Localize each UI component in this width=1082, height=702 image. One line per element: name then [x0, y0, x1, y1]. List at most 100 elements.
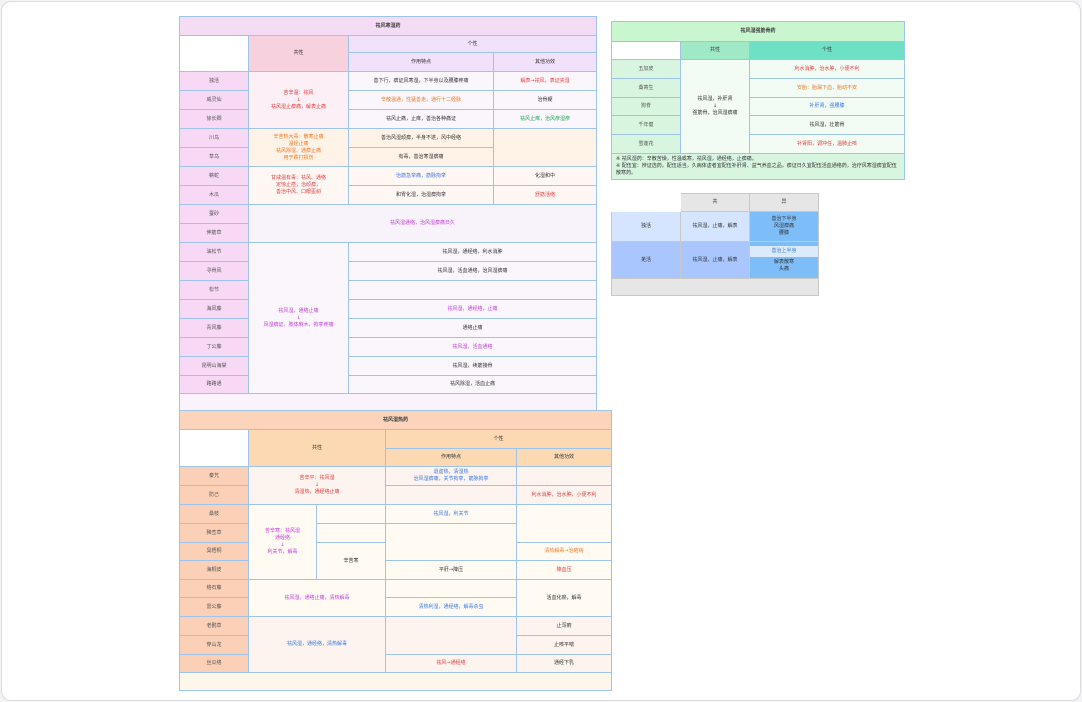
col-diff: 异 [749, 193, 819, 212]
col-effect: 作用特点 [385, 448, 517, 467]
row-label: 独活 [179, 71, 249, 91]
other-cell: 活血化瘀，解毒 [515, 579, 613, 617]
row-label: 威灵仙 [179, 90, 249, 110]
row-label: 老鹳草 [179, 616, 249, 636]
diff-sub: 解表散寒 头痛 [773, 258, 794, 272]
effect-cell: 祛风湿，利关节 [385, 504, 517, 524]
effect-cell: 有毒，善治寒湿痹痛 [348, 147, 494, 167]
common-cell: 苦辛平：祛风湿 ↓ 清湿热，通经络止痛 [248, 466, 386, 505]
col-individual: 个性 [347, 35, 598, 53]
other-cell: 化湿和中 [492, 166, 598, 186]
row-label: 寻骨风 [179, 261, 249, 281]
effect-cell: 祛风止痛，止痒，善治各种痛证 [348, 109, 494, 129]
effect-cell: 通络止痛 [347, 318, 598, 338]
row-label: 羌活 [611, 241, 681, 279]
row-label: 雪莲花 [611, 134, 681, 154]
row-label: 蚕砂 [179, 204, 249, 224]
common-cell: 祛风湿，通经络，清热解毒 [248, 616, 386, 673]
effect-cell: 清热利湿，通经络，解毒杀虫 [385, 597, 517, 617]
row-label: 雷公藤 [179, 597, 249, 617]
row-label: 蕲蛇 [179, 166, 249, 186]
row-label: 络石藤 [179, 579, 249, 598]
effect-cell: 善治风湿顽痹，半身不遂，风中经络 [348, 128, 494, 148]
col-effect: 作用特点 [348, 52, 494, 72]
same-cell: 祛风湿，止痛，解表 [680, 211, 750, 242]
effect-cell: 治筋急挛痛，筋脉拘挛 [348, 166, 494, 186]
row-label: 独活 [611, 211, 681, 242]
row-label: 千年健 [611, 115, 681, 135]
row-label: 昆明山海棠 [179, 356, 249, 376]
diff-cell: 善治上半身 解表散寒 头痛 [749, 241, 819, 279]
table-title: 祛风湿强筋骨药 [610, 21, 906, 42]
row-label: 油松节 [179, 242, 249, 262]
common-cell: 祛风湿，通络止痛，清热解毒 [248, 579, 386, 617]
common-cell: 苦辛寒：祛风湿 通经络 ↓ 利关节，解毒 [248, 504, 317, 580]
other-cell: 清热解毒→治疮疡 [515, 542, 613, 561]
effect-cell: 祛风湿，通经络，止痛 [347, 299, 598, 319]
row-label: 狗脊 [611, 97, 681, 116]
effect-cell: 祛风除湿，活血止痛 [347, 375, 598, 394]
table-wind-damp-heat: 祛风湿热药 共性 个性 作用特点 其他功效 秦艽 苦辛平：祛风湿 ↓ 清湿热，通经络止痛退… [178, 410, 613, 691]
row-label: 桑寄生 [611, 78, 681, 98]
row-label: 海桐皮 [179, 560, 249, 580]
merged-effect-cell: 祛风湿通络，治风湿痹痛日久 [247, 204, 598, 243]
same-cell: 祛风湿，止痛，解表 [680, 241, 750, 279]
effect-cell: 退虚热，清湿热 治风湿痹痛，关节拘挛，筋脉拘挛 [385, 466, 517, 486]
table-compare: 共异 独活 祛风湿，止痛，解表 善治下半身 风湿痹痛 腰膝 羌活 祛风湿，止痛，解表 善治上… [611, 193, 819, 296]
col-common: 共性 [248, 429, 386, 467]
common-cell: 苦辛温：祛风 ↓ 祛风湿止痹痛，解表止痛 [248, 71, 349, 129]
table-strengthen-bones: 祛风湿强筋骨药 共性 个性 五加皮 祛风湿，补肝肾 ↓ 强筋骨，治风湿痹痛 利水消肿，治水… [610, 21, 906, 180]
other-cell: 舒筋活络 [492, 185, 598, 205]
table-title: 祛风湿热药 [178, 410, 613, 430]
row-label: 徐长卿 [179, 109, 249, 129]
row-label: 青风藤 [179, 318, 249, 338]
diff-cell: 善治下半身 风湿痹痛 腰膝 [749, 211, 819, 242]
row-label: 臭梧桐 [179, 542, 249, 561]
col-common: 共性 [680, 41, 750, 60]
effect-cell: 祛风→通经络 [385, 654, 517, 673]
col-same: 共 [680, 193, 750, 212]
effect-cell [385, 579, 517, 598]
effect-cell: 善下行，痹证风寒湿，下半身以及腰膝疼痛 [348, 71, 494, 91]
effect-cell: 祛风湿，续筋接骨 [347, 356, 598, 376]
row-label: 穿山龙 [179, 635, 249, 655]
row-label: 丝瓜络 [179, 654, 249, 673]
effect-cell: 和胃化湿，治湿痹拘挛 [348, 185, 494, 205]
effect-cell: 祛风湿，活血通络 [347, 337, 598, 357]
row-label: 秦艽 [179, 466, 249, 486]
diff-sub: 善治上半身 [750, 245, 818, 257]
effect-cell [347, 280, 598, 300]
effect-cell: 平肝→降压 [385, 560, 517, 580]
individual-cell: 安胎：胎漏下血，胎动不安 [748, 78, 906, 98]
row-label: 丁公藤 [179, 337, 249, 357]
row-label: 防己 [179, 485, 249, 505]
other-cell: 止泻痢 [515, 616, 613, 636]
other-cell: 通经下乳 [515, 654, 613, 673]
table-title: 祛风寒湿药 [178, 16, 598, 36]
common-cell: 辛苦热大毒：散寒止痛 温经止痛 祛风除湿、通痹止痛 用于跌打损伤 [248, 128, 349, 167]
effect-cell: 辛散温通，性猛善走，通行十二经脉 [348, 90, 494, 110]
col-individual: 个性 [384, 429, 613, 449]
row-label: 川乌 [179, 128, 249, 148]
other-cell: 解表→祛风，表证夹湿 [492, 71, 598, 91]
col-common: 共性 [248, 35, 349, 72]
row-label: 路路通 [179, 375, 249, 394]
col-individual: 个性 [748, 41, 906, 60]
canvas: 祛风寒湿药 共性 个性 作用特点 其他功效 独活 苦辛温：祛风 ↓ 祛风湿止痹痛，解表止痛… [1, 1, 1081, 701]
individual-cell: 补肝肾，强腰膝 [748, 97, 906, 116]
row-label: 松节 [179, 280, 249, 300]
row-label: 草乌 [179, 147, 249, 167]
col-other: 其他功效 [515, 448, 613, 467]
footnote: ※ 祛风湿药：辛散苦燥，性温或寒，祛风湿，通经络，止痹痛。 ※ 配伍宜：辨证选药，… [610, 153, 906, 180]
table-wind-cold-damp: 祛风寒湿药 共性 个性 作用特点 其他功效 独活 苦辛温：祛风 ↓ 祛风湿止痹痛，解表止痛… [178, 16, 598, 412]
other-cell: 治骨鲠 [492, 90, 598, 110]
other-cell: 祛风止痒，治风疹湿疹 [492, 109, 598, 129]
row-label: 伸筋草 [179, 223, 249, 243]
other-cell: 利水消肿，治水肿，小便不利 [515, 485, 613, 505]
row-label: 豨莶草 [179, 523, 249, 543]
other-cell: 止咳平喘 [515, 635, 613, 655]
col-other: 其他功效 [492, 52, 598, 72]
common-cell: 祛风湿，通络止痛 ↓ 风湿痹证、肢体麻木、拘挛疼痛 [248, 242, 349, 394]
effect-cell [385, 485, 517, 505]
effect-cell: 祛风湿，活血通络，治风湿痹痛 [347, 261, 598, 281]
